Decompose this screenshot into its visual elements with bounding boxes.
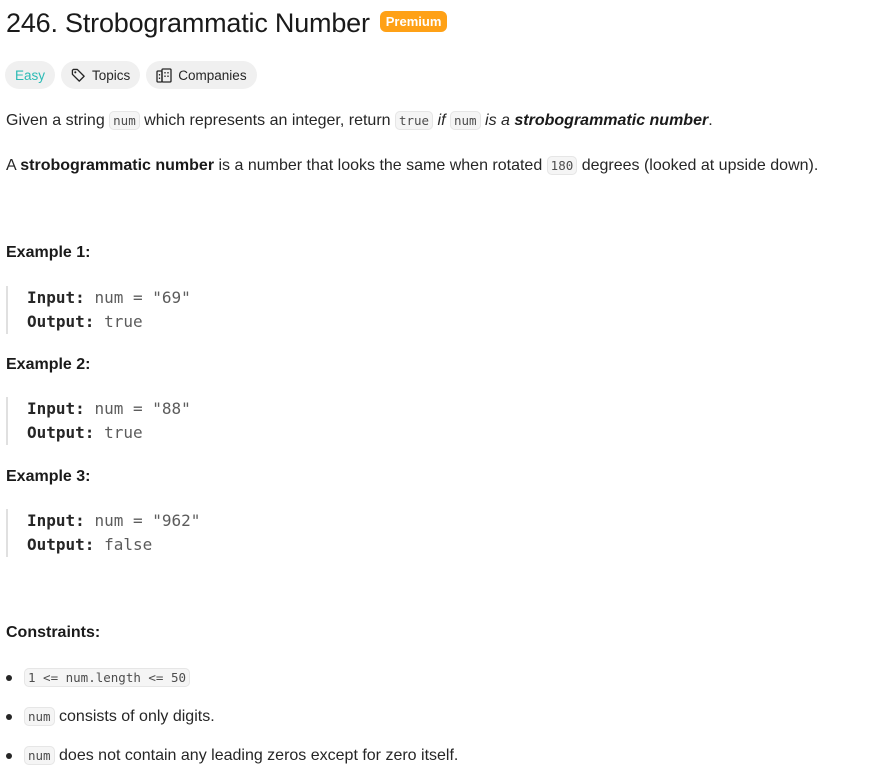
inline-code: true (394, 111, 434, 130)
example-2-title: Example 2: (6, 356, 91, 373)
output-value: true (104, 423, 143, 442)
output-value: true (104, 312, 143, 331)
problem-title[interactable]: 246. Strobogrammatic Number (6, 8, 370, 39)
output-label: Output: (27, 423, 95, 442)
list-item: num consists of only digits. (6, 703, 458, 742)
example-1-title: Example 1: (6, 244, 91, 261)
description-paragraph-1: Given a string num which represents an i… (6, 110, 713, 132)
description-paragraph-2: A strobogrammatic number is a number tha… (6, 155, 818, 177)
inline-code: num (24, 707, 55, 726)
inline-code: num (109, 111, 140, 130)
text: does not contain any leading zeros excep… (54, 747, 459, 764)
input-label: Input: (27, 511, 85, 530)
text: consists of only digits. (54, 708, 215, 725)
list-item: 1 <= num.length <= 50 (6, 664, 458, 703)
bold-term: strobogrammatic number (514, 112, 709, 129)
text: is a number that looks the same when rot… (214, 157, 547, 174)
example-2-block: Input: num = "88" Output: true (6, 397, 191, 445)
example-3-title: Example 3: (6, 468, 91, 485)
text: Given a string (6, 112, 110, 129)
example-3-block: Input: num = "962" Output: false (6, 509, 200, 557)
input-value: num = "88" (94, 399, 191, 418)
output-value: false (104, 535, 153, 554)
topics-tag[interactable]: Topics (61, 61, 141, 89)
difficulty-tag[interactable]: Easy (5, 61, 56, 89)
example-1-block: Input: num = "69" Output: true (6, 286, 191, 334)
output-label: Output: (27, 312, 95, 331)
text: A (6, 157, 21, 174)
inline-code: 1 <= num.length <= 50 (24, 668, 191, 687)
text: degrees (looked at upside down). (577, 157, 819, 174)
difficulty-label: Easy (15, 67, 46, 83)
input-value: num = "69" (94, 288, 191, 307)
tag-bar: Easy Topics Companies (5, 61, 257, 89)
building-icon (156, 67, 172, 83)
title-row: 246. Strobogrammatic Number Premium (6, 8, 448, 39)
constraints-list: 1 <= num.length <= 50 num consists of on… (6, 664, 458, 771)
premium-badge[interactable]: Premium (379, 10, 448, 32)
constraints-title: Constraints: (6, 624, 101, 641)
companies-label: Companies (178, 67, 247, 83)
inline-code: 180 (546, 156, 578, 175)
text: . (708, 112, 713, 129)
list-item: num does not contain any leading zeros e… (6, 742, 458, 771)
input-label: Input: (27, 288, 85, 307)
output-label: Output: (27, 535, 95, 554)
topics-label: Topics (92, 67, 131, 83)
text: which represents an integer, return (139, 112, 395, 129)
inline-code: num (450, 111, 481, 130)
input-value: num = "962" (94, 511, 201, 530)
tag-icon (71, 68, 86, 83)
input-label: Input: (27, 399, 85, 418)
companies-tag[interactable]: Companies (146, 61, 257, 89)
italic-text: is a (485, 112, 510, 129)
inline-code: num (24, 746, 55, 765)
italic-text: if (437, 112, 446, 129)
bold-term: strobogrammatic number (20, 157, 215, 174)
